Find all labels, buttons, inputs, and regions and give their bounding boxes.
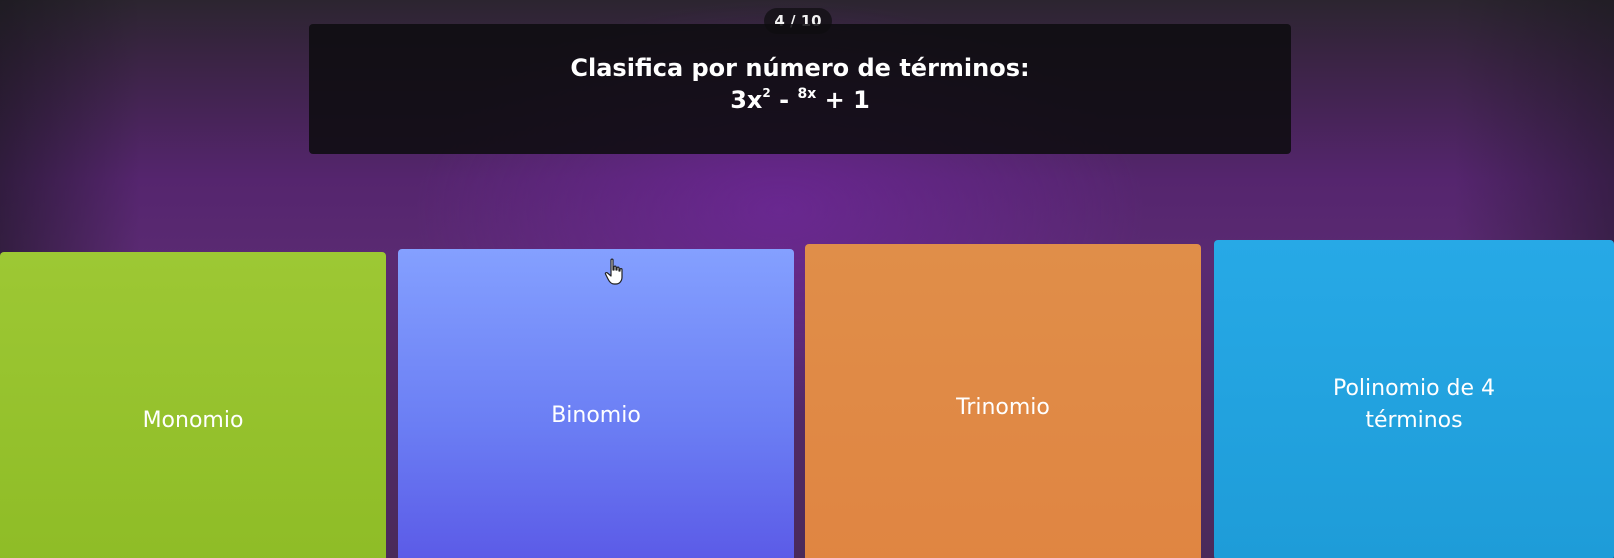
hand-pointer-icon [604,258,623,285]
expression-operator-2: + [816,86,854,114]
question-prompt: Clasifica por número de términos: [570,54,1030,82]
expression-operator-1: - [770,86,798,114]
question-expression: 3x2 - 8x + 1 [309,86,1291,114]
answer-option-label: Monomio [142,408,244,434]
answer-option-binomio[interactable]: Binomio [398,249,794,558]
answer-option-trinomio[interactable]: Trinomio [805,244,1201,558]
expression-term-3: 1 [853,86,870,114]
question-card: Clasifica por número de términos: 3x2 - … [309,24,1291,154]
answer-option-label: Binomio [551,403,641,429]
answer-option-label: Polinomio de 4 términos [1332,376,1496,433]
answer-option-label: Trinomio [956,395,1050,421]
answer-option-monomio[interactable]: Monomio [0,252,386,558]
expression-term-2: 8x [797,86,817,102]
answer-option-polinomio-4-terminos[interactable]: Polinomio de 4 términos [1214,240,1614,558]
expression-term-1: 3x2 [730,86,771,114]
